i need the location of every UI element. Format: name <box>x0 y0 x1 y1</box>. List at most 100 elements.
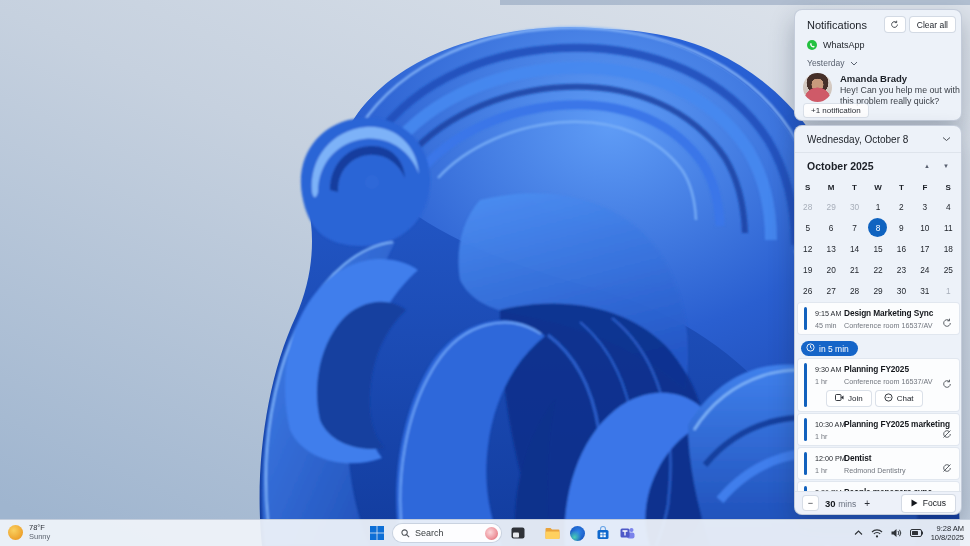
calendar-day[interactable]: 26 <box>796 280 819 301</box>
store-button[interactable] <box>594 525 611 542</box>
notifications-panel: Notifications Clear all WhatsApp Yesterd… <box>794 9 962 121</box>
weather-temperature: 78°F <box>29 523 50 532</box>
search-icon <box>401 529 410 538</box>
calendar-day[interactable]: 15 <box>866 238 889 259</box>
calendar-day[interactable]: 14 <box>843 238 866 259</box>
notification-message: Hey! Can you help me out with this probl… <box>840 85 964 106</box>
calendar-date-header[interactable]: Wednesday, October 8 <box>795 126 961 153</box>
tray-expand-icon[interactable] <box>854 530 863 536</box>
calendar-day[interactable]: 28 <box>796 196 819 217</box>
wifi-icon[interactable] <box>871 529 883 538</box>
calendar-day[interactable]: 6 <box>819 217 842 238</box>
search-box[interactable]: Search <box>393 524 501 542</box>
calendar-prev-button[interactable]: ▲ <box>924 163 930 169</box>
notification-group-label: WhatsApp <box>823 40 865 50</box>
event-location: Conference room 16537/AV <box>844 377 954 386</box>
calendar-day[interactable]: 25 <box>937 259 960 280</box>
agenda-event[interactable]: 2:30 PMPeople managers sync <box>798 482 959 491</box>
agenda-event[interactable]: 10:30 AMPlanning FY2025 marketing1 hr <box>798 414 959 445</box>
calendar-day[interactable]: 13 <box>819 238 842 259</box>
chat-icon <box>884 393 893 404</box>
calendar-day[interactable]: 27 <box>819 280 842 301</box>
duration-value: 30 <box>825 498 836 509</box>
calendar-day[interactable]: 1 <box>937 280 960 301</box>
event-duration: 1 hr <box>815 377 844 386</box>
task-view-button[interactable] <box>509 525 526 542</box>
calendar-day[interactable]: 5 <box>796 217 819 238</box>
focus-label: Focus <box>923 498 946 508</box>
tray-time: 9:28 AM <box>931 524 964 533</box>
calendar-day[interactable]: 11 <box>937 217 960 238</box>
calendar-day-header: T <box>843 179 866 196</box>
teams-button[interactable] <box>619 525 636 542</box>
battery-icon[interactable] <box>910 529 923 537</box>
increase-duration-button[interactable]: + <box>864 498 870 509</box>
weather-widget[interactable]: 78°F Sunny <box>8 523 50 541</box>
calendar-panel: Wednesday, October 8 October 2025 ▲ ▼ SM… <box>794 125 962 515</box>
event-time: 10:30 AM <box>815 420 844 429</box>
calendar-day[interactable]: 29 <box>866 280 889 301</box>
taskbar: 78°F Sunny Search 9:28 AM <box>0 519 970 546</box>
teams-icon <box>620 526 635 540</box>
calendar-day[interactable]: 17 <box>913 238 936 259</box>
event-duration: 1 hr <box>815 466 844 475</box>
refresh-icon <box>890 20 899 29</box>
recurring-icon <box>942 314 952 324</box>
agenda-list: 9:15 AMDesign Marketing Sync45 minConfer… <box>795 302 961 491</box>
start-button[interactable] <box>368 525 385 542</box>
calendar-day[interactable]: 2 <box>890 196 913 217</box>
calendar-day[interactable]: 31 <box>913 280 936 301</box>
folder-icon <box>545 527 560 540</box>
calendar-day[interactable]: 23 <box>890 259 913 280</box>
focus-button[interactable]: Focus <box>902 495 955 512</box>
calendar-day[interactable]: 16 <box>890 238 913 259</box>
calendar-next-button[interactable]: ▼ <box>943 163 949 169</box>
calendar-day[interactable]: 22 <box>866 259 889 280</box>
calendar-day[interactable]: 20 <box>819 259 842 280</box>
calendar-day[interactable]: 21 <box>843 259 866 280</box>
desktop: Notifications Clear all WhatsApp Yesterd… <box>0 0 970 546</box>
volume-icon[interactable] <box>891 528 902 538</box>
calendar-day[interactable]: 30 <box>890 280 913 301</box>
calendar-day[interactable]: 4 <box>937 196 960 217</box>
calendar-day[interactable]: 7 <box>843 217 866 238</box>
calendar-date-label: Wednesday, October 8 <box>807 134 942 145</box>
clear-all-button[interactable]: Clear all <box>910 17 955 32</box>
tray-date: 10/8/2025 <box>931 533 964 542</box>
task-view-icon <box>511 527 525 539</box>
calendar-day[interactable]: 19 <box>796 259 819 280</box>
countdown-pill[interactable]: in 5 min <box>801 341 858 356</box>
calendar-day[interactable]: 8 <box>866 217 889 238</box>
calendar-day[interactable]: 28 <box>843 280 866 301</box>
calendar-day[interactable]: 1 <box>866 196 889 217</box>
calendar-day[interactable]: 9 <box>890 217 913 238</box>
event-chat-button[interactable]: Chat <box>876 391 922 406</box>
calendar-day[interactable]: 3 <box>913 196 936 217</box>
file-explorer-button[interactable] <box>544 525 561 542</box>
decrease-duration-button[interactable]: − <box>803 496 818 510</box>
event-time: 9:30 AM <box>815 365 844 374</box>
notification-section[interactable]: Yesterday <box>795 50 961 68</box>
notification-item[interactable]: Amanda Brady Hey! Can you help me out wi… <box>795 68 961 106</box>
calendar-day[interactable]: 24 <box>913 259 936 280</box>
more-notifications-button[interactable]: +1 notification <box>804 104 868 117</box>
calendar-footer: − 30 mins + Focus <box>795 491 961 514</box>
calendar-day[interactable]: 29 <box>819 196 842 217</box>
notification-settings-button[interactable] <box>885 17 905 32</box>
notification-group-whatsapp[interactable]: WhatsApp <box>795 32 961 50</box>
agenda-event[interactable]: 9:15 AMDesign Marketing Sync45 minConfer… <box>798 303 959 334</box>
calendar-day[interactable]: 12 <box>796 238 819 259</box>
calendar-day[interactable]: 18 <box>937 238 960 259</box>
taskbar-clock[interactable]: 9:28 AM 10/8/2025 <box>931 524 964 542</box>
edge-button[interactable] <box>569 525 586 542</box>
event-location: Redmond Dentistry <box>844 466 954 475</box>
agenda-event[interactable]: 12:00 PMDentist1 hrRedmond Dentistry <box>798 448 959 479</box>
taskbar-center: Search <box>368 520 636 546</box>
edge-icon <box>570 526 585 541</box>
search-highlight-icon <box>485 527 498 540</box>
calendar-day[interactable]: 10 <box>913 217 936 238</box>
event-title: Dentist <box>844 453 954 463</box>
calendar-day[interactable]: 30 <box>843 196 866 217</box>
agenda-event[interactable]: 9:30 AMPlanning FY20251 hrConference roo… <box>798 359 959 411</box>
event-join-button[interactable]: Join <box>827 391 871 406</box>
